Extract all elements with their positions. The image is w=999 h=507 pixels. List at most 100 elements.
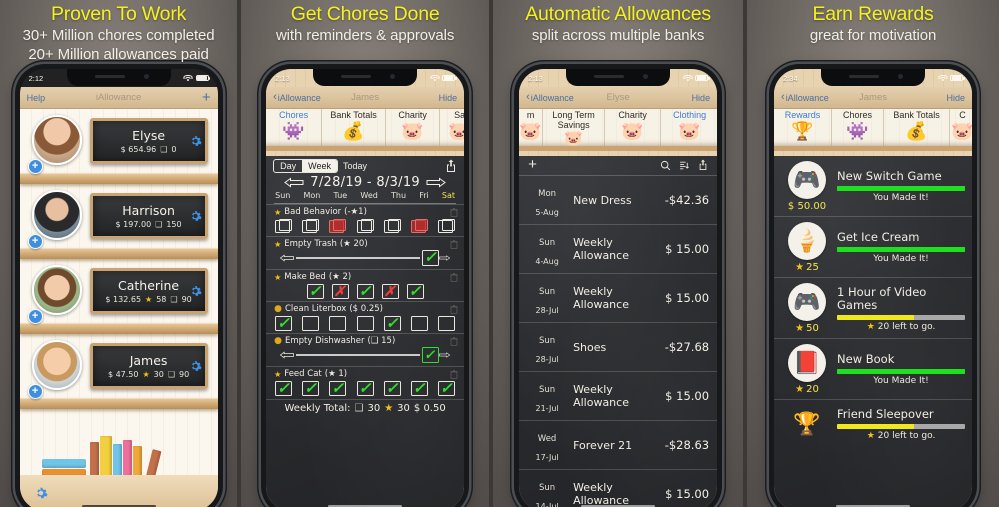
arrow-right-icon[interactable] (439, 253, 451, 263)
gear-icon[interactable] (189, 135, 202, 148)
list-item[interactable]: + James $ 47.50 ★ 30 ❑ 90 (19, 334, 218, 409)
chore-cell-checked[interactable]: ✓ (356, 381, 374, 396)
day-label[interactable]: Fri (419, 191, 429, 200)
table-row[interactable]: Wed 17-Jul Forever 21 -$28.63 (519, 421, 718, 470)
table-row[interactable]: ● Empty Dishwasher (❑ 15) ✓ (266, 333, 465, 366)
chore-cell-checked[interactable]: ✓ (406, 284, 424, 299)
list-item[interactable]: 🎮 ★ 50 1 Hour of Video Games ★ 20 left to… (774, 278, 973, 339)
gear-icon[interactable] (189, 210, 202, 223)
day-label-selected[interactable]: Sat (442, 191, 455, 200)
chore-cell[interactable] (383, 219, 401, 234)
hide-button[interactable]: Hide (439, 93, 458, 103)
avatar[interactable] (31, 340, 82, 390)
chore-cell[interactable] (410, 316, 428, 331)
table-row[interactable]: ● Clean Literbox ($ 0.25) ✓ ✓ (266, 301, 465, 333)
table-row[interactable]: Sun 28-Jul Weekly Allowance $ 15.00 (519, 274, 718, 323)
segment-week[interactable]: Week (302, 160, 337, 172)
chore-cell-checked[interactable]: ✓ (275, 316, 293, 331)
back-button[interactable]: ‹ iAllowance (781, 92, 829, 103)
chore-cell-checked[interactable]: ✓ (275, 381, 293, 396)
chore-cell-checked[interactable]: ✓ (383, 381, 401, 396)
plus-circle-icon[interactable]: + (27, 159, 43, 174)
table-row[interactable]: Mon 5-Aug New Dress -$42.36 (519, 176, 718, 225)
tab-partial-right[interactable]: C 🐷 (950, 109, 972, 146)
tab-rewards[interactable]: Rewards 🏆 (774, 109, 833, 146)
chore-cell-checked[interactable]: ✓ (306, 284, 324, 299)
chore-cell-checked[interactable]: ✓ (410, 381, 428, 396)
list-item[interactable]: 🎮 $ 50.00 New Switch Game You Made It! (774, 156, 973, 217)
chore-cell[interactable] (438, 316, 456, 331)
avatar[interactable] (31, 115, 82, 165)
child-board[interactable]: Harrison $ 197.00 ❑ 150 (89, 193, 208, 239)
list-item[interactable]: + Catherine $ 132.65 ★ 58 ❑ 90 (19, 259, 218, 334)
list-item[interactable]: 🏆 Friend Sleepover ★ 20 left to go. (774, 400, 972, 447)
child-board[interactable]: Elyse $ 654.96 ❑ 0 (89, 118, 208, 164)
gear-icon[interactable] (189, 285, 202, 298)
table-row[interactable]: Sun 21-Jul Weekly Allowance $ 15.00 (519, 372, 718, 421)
back-button[interactable]: ‹ iAllowance (526, 92, 574, 103)
list-item[interactable]: 📕 ★ 20 New Book You Made It! (774, 339, 973, 400)
tab-bank-totals[interactable]: Bank Totals 💰 (884, 109, 951, 146)
trash-icon[interactable] (450, 208, 458, 217)
chore-cell[interactable] (438, 219, 456, 234)
child-board[interactable]: Catherine $ 132.65 ★ 58 ❑ 90 (89, 268, 208, 314)
chore-cell-checked[interactable]: ✓ (302, 381, 320, 396)
search-icon[interactable] (660, 160, 671, 171)
arrow-left-icon[interactable] (280, 253, 295, 263)
hide-button[interactable]: Hide (947, 93, 966, 103)
chore-cell-checked[interactable]: ✓ (383, 316, 401, 331)
trash-icon[interactable] (450, 370, 458, 379)
table-row[interactable]: Sun 14-Jul Weekly Allowance $ 15.00 (519, 470, 717, 507)
help-button[interactable]: Help (27, 93, 46, 103)
chore-cell[interactable] (329, 316, 347, 331)
tab-chores[interactable]: Chores 👾 (832, 109, 885, 146)
chore-cell-checked[interactable]: ✓ (356, 284, 374, 299)
hide-button[interactable]: Hide (692, 93, 711, 103)
table-row[interactable]: ★ Feed Cat (★ 1) ✓ ✓ ✓ ✓ ✓ ✓ ✓ (266, 366, 465, 398)
table-row[interactable]: Sun 28-Jul Shoes -$27.68 (519, 323, 718, 372)
arrow-right-icon[interactable] (439, 350, 451, 360)
tab-chores[interactable]: Chores 👾 (266, 109, 323, 146)
list-item[interactable]: 🍦 ★ 25 Get Ice Cream You Made It! (774, 217, 973, 278)
chore-cell-marked[interactable] (329, 219, 347, 234)
tab-long-term-savings[interactable]: Long Term Savings 🐷 (543, 109, 606, 146)
day-label[interactable]: Thu (391, 191, 406, 200)
tab-bank-totals[interactable]: Bank Totals 💰 (322, 109, 387, 146)
table-row[interactable]: ★ Make Bed (★ 2) ✓ ✗ ✓ ✗ ✓ (266, 269, 465, 301)
plus-circle-icon[interactable]: + (27, 234, 43, 249)
segment-day[interactable]: Day (274, 160, 302, 172)
day-week-segmented-control[interactable]: Day Week (273, 159, 338, 173)
trash-icon[interactable] (450, 305, 458, 314)
chore-cell-checked[interactable]: ✓ (329, 381, 347, 396)
trash-icon[interactable] (450, 273, 458, 282)
chore-cell[interactable] (356, 219, 374, 234)
tab-savings[interactable]: Sa 🐷 (440, 109, 464, 146)
arrow-left-icon[interactable] (284, 177, 304, 188)
share-icon[interactable] (698, 159, 708, 171)
sort-icon[interactable] (679, 160, 690, 171)
child-board[interactable]: James $ 47.50 ★ 30 ❑ 90 (89, 343, 208, 389)
table-row[interactable]: ★ Empty Trash (★ 20) ✓ (266, 236, 465, 269)
chore-cell[interactable] (275, 219, 293, 234)
avatar[interactable] (31, 265, 82, 315)
day-label[interactable]: Sun (275, 191, 290, 200)
chore-cell[interactable] (302, 219, 320, 234)
tab-partial-left[interactable]: m 🐷 (519, 109, 544, 146)
chore-cell[interactable] (356, 316, 374, 331)
day-label[interactable]: Tue (334, 191, 348, 200)
table-row[interactable]: Sun 4-Aug Weekly Allowance $ 15.00 (519, 225, 718, 274)
chore-cell-checked[interactable]: ✓ (422, 250, 440, 266)
day-label[interactable]: Wed (360, 191, 377, 200)
add-transaction-button[interactable]: + (528, 157, 537, 172)
arrow-right-icon[interactable] (426, 177, 446, 188)
trash-icon[interactable] (450, 337, 458, 346)
trash-icon[interactable] (450, 240, 458, 249)
list-item[interactable]: + Harrison $ 197.00 ❑ 150 (19, 184, 218, 259)
share-icon[interactable] (445, 159, 457, 173)
add-child-button[interactable]: + (202, 90, 211, 105)
gear-icon[interactable] (189, 360, 202, 373)
tab-charity[interactable]: Charity 🐷 (605, 109, 662, 146)
today-button[interactable]: Today (343, 161, 367, 171)
arrow-left-icon[interactable] (280, 350, 295, 360)
avatar[interactable] (31, 190, 82, 240)
